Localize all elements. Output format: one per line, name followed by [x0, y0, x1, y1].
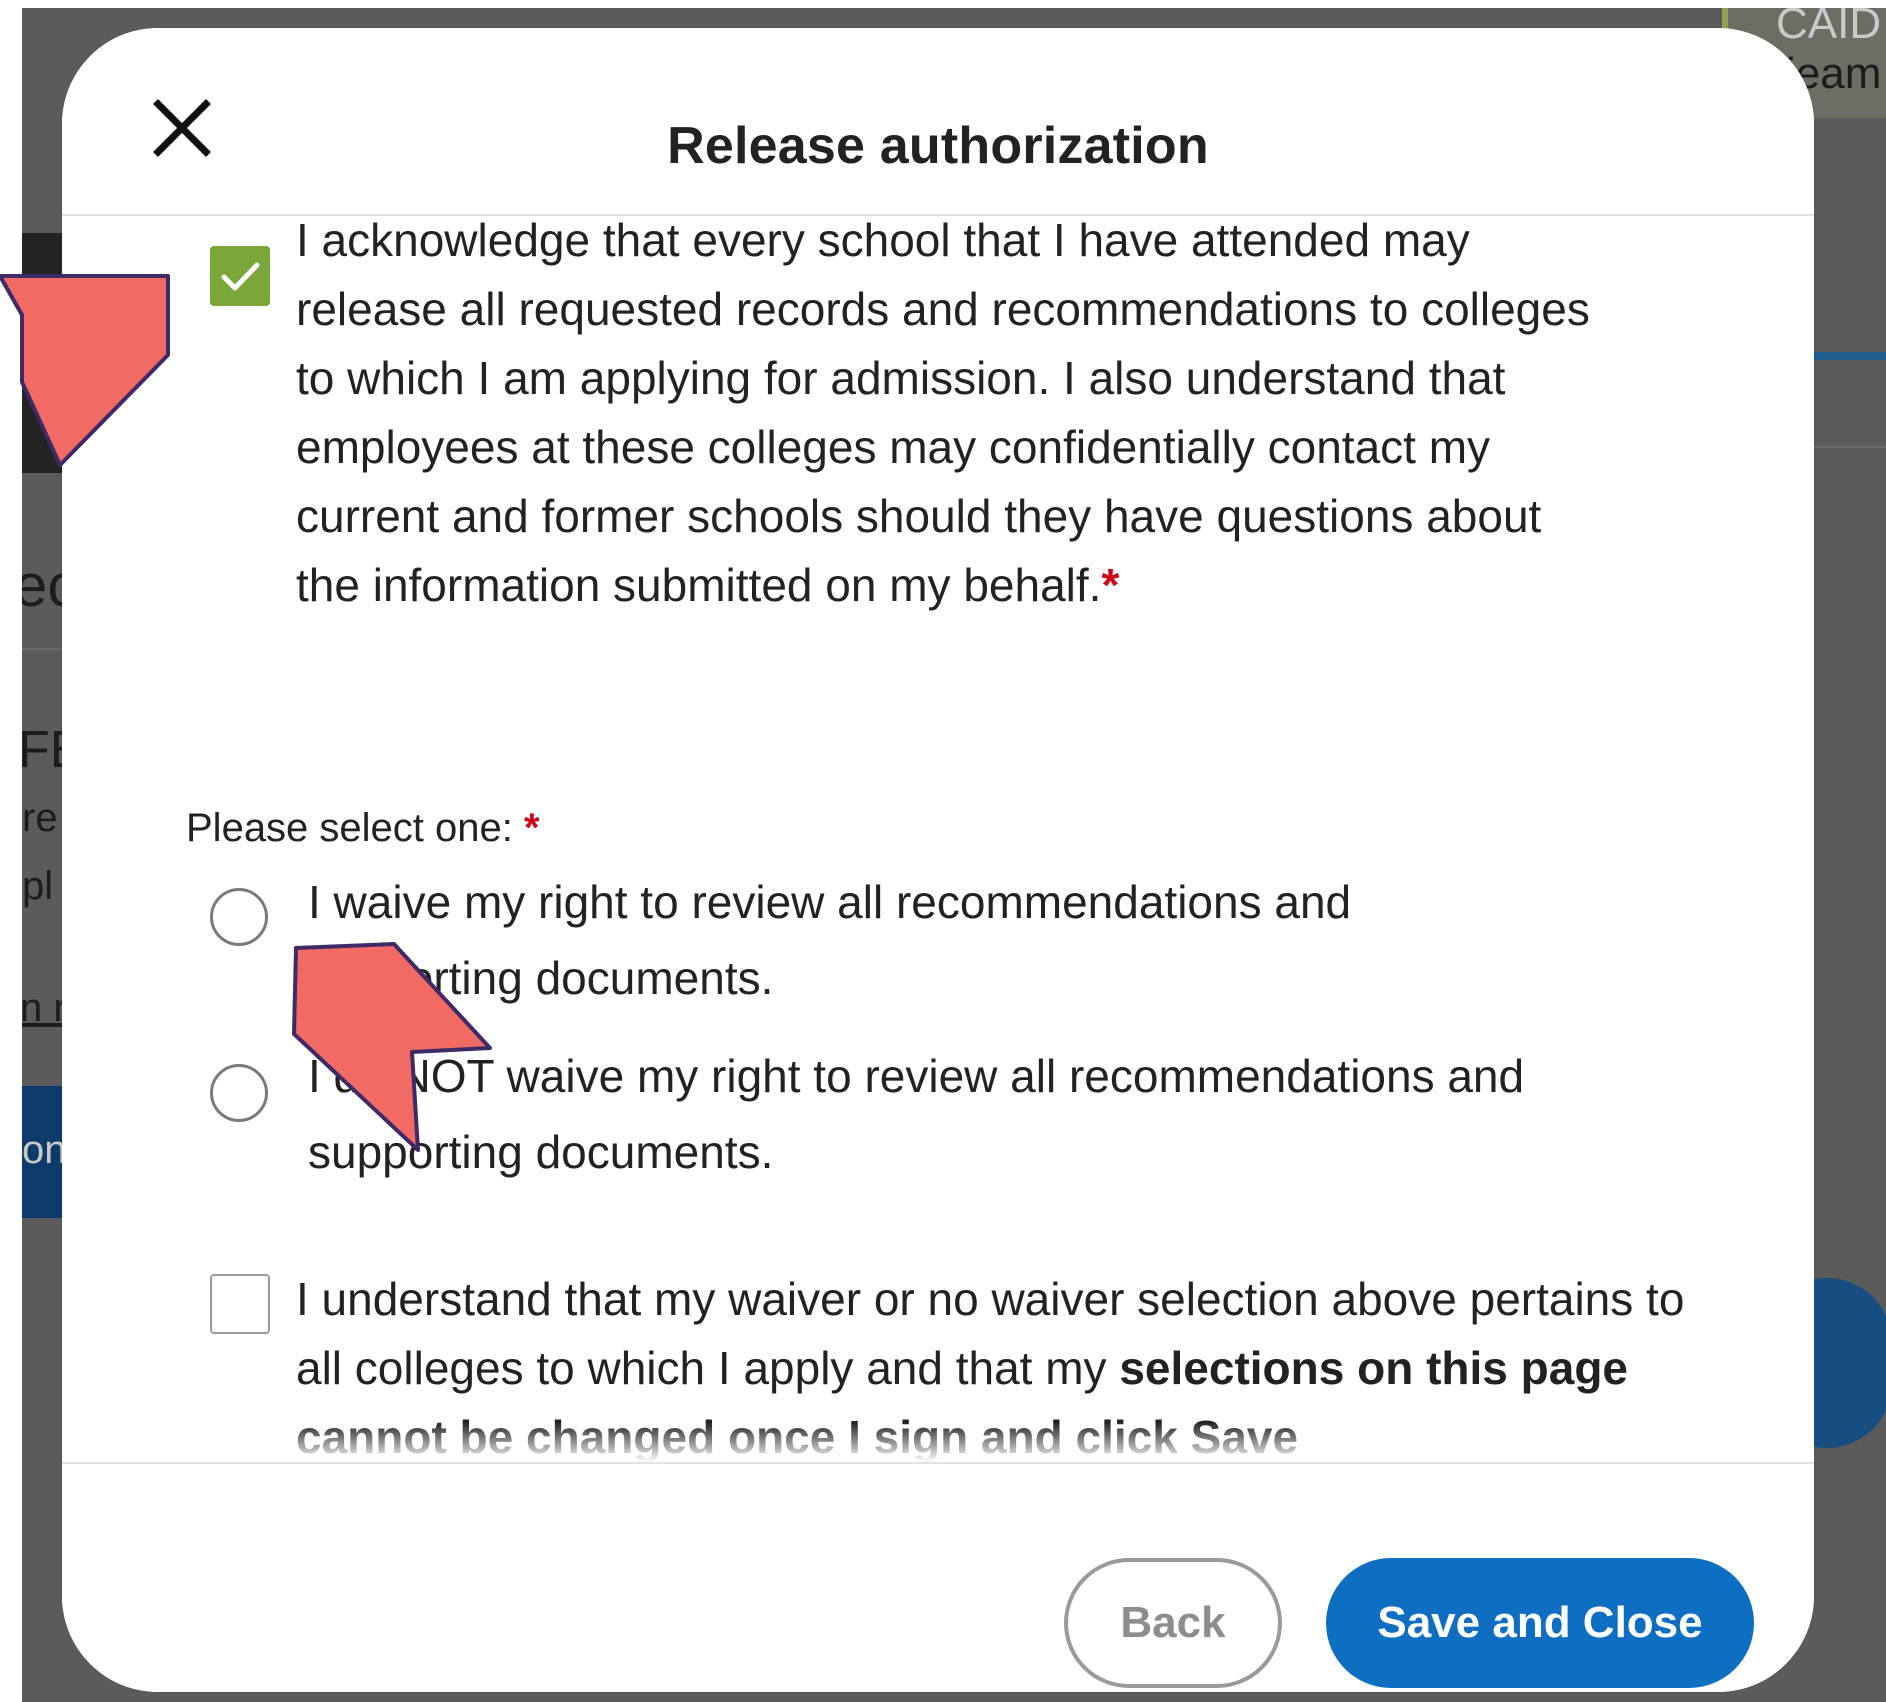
background-divider: [22, 648, 64, 650]
required-asterisk: *: [1101, 559, 1120, 611]
modal-body[interactable]: I acknowledge that every school that I h…: [62, 216, 1814, 1462]
select-one-label: Please select one: *: [186, 806, 540, 851]
release-authorization-modal: Release authorization I acknowledge that…: [62, 28, 1814, 1692]
no-waive-radio[interactable]: [210, 1064, 268, 1122]
back-button[interactable]: Back: [1064, 1558, 1282, 1688]
acknowledge-text-content: I acknowledge that every school that I h…: [296, 216, 1590, 611]
background-text-fragment: re: [22, 796, 58, 840]
background-text-fragment: n r: [22, 986, 67, 1030]
save-and-close-button[interactable]: Save and Close: [1326, 1558, 1754, 1688]
checkmark-icon: [221, 262, 260, 291]
no-waive-option-label[interactable]: I do NOT waive my right to review all re…: [308, 1038, 1688, 1190]
modal-title: Release authorization: [667, 117, 1209, 175]
background-text-fragment: on: [22, 1128, 67, 1172]
scroll-fade: [62, 1422, 1814, 1462]
understand-checkbox[interactable]: [210, 1274, 270, 1334]
select-one-label-text: Please select one:: [186, 806, 513, 850]
acknowledge-text: I acknowledge that every school that I h…: [296, 216, 1616, 620]
waive-radio[interactable]: [210, 888, 268, 946]
acknowledge-checkbox[interactable]: [210, 246, 270, 306]
background-blue-line: [1802, 352, 1886, 360]
modal-header: Release authorization: [62, 28, 1814, 216]
background-dark-panel: [22, 233, 64, 473]
background-divider: [1802, 446, 1886, 448]
background-text-fragment: pl: [22, 864, 54, 908]
waive-option-label[interactable]: I waive my right to review all recommend…: [308, 864, 1538, 1016]
required-asterisk: *: [524, 806, 540, 850]
modal-footer: Back Save and Close: [62, 1462, 1814, 1692]
screenshot-stage: CAID ieam no ec FE re pl n r on Release …: [0, 0, 1886, 1702]
